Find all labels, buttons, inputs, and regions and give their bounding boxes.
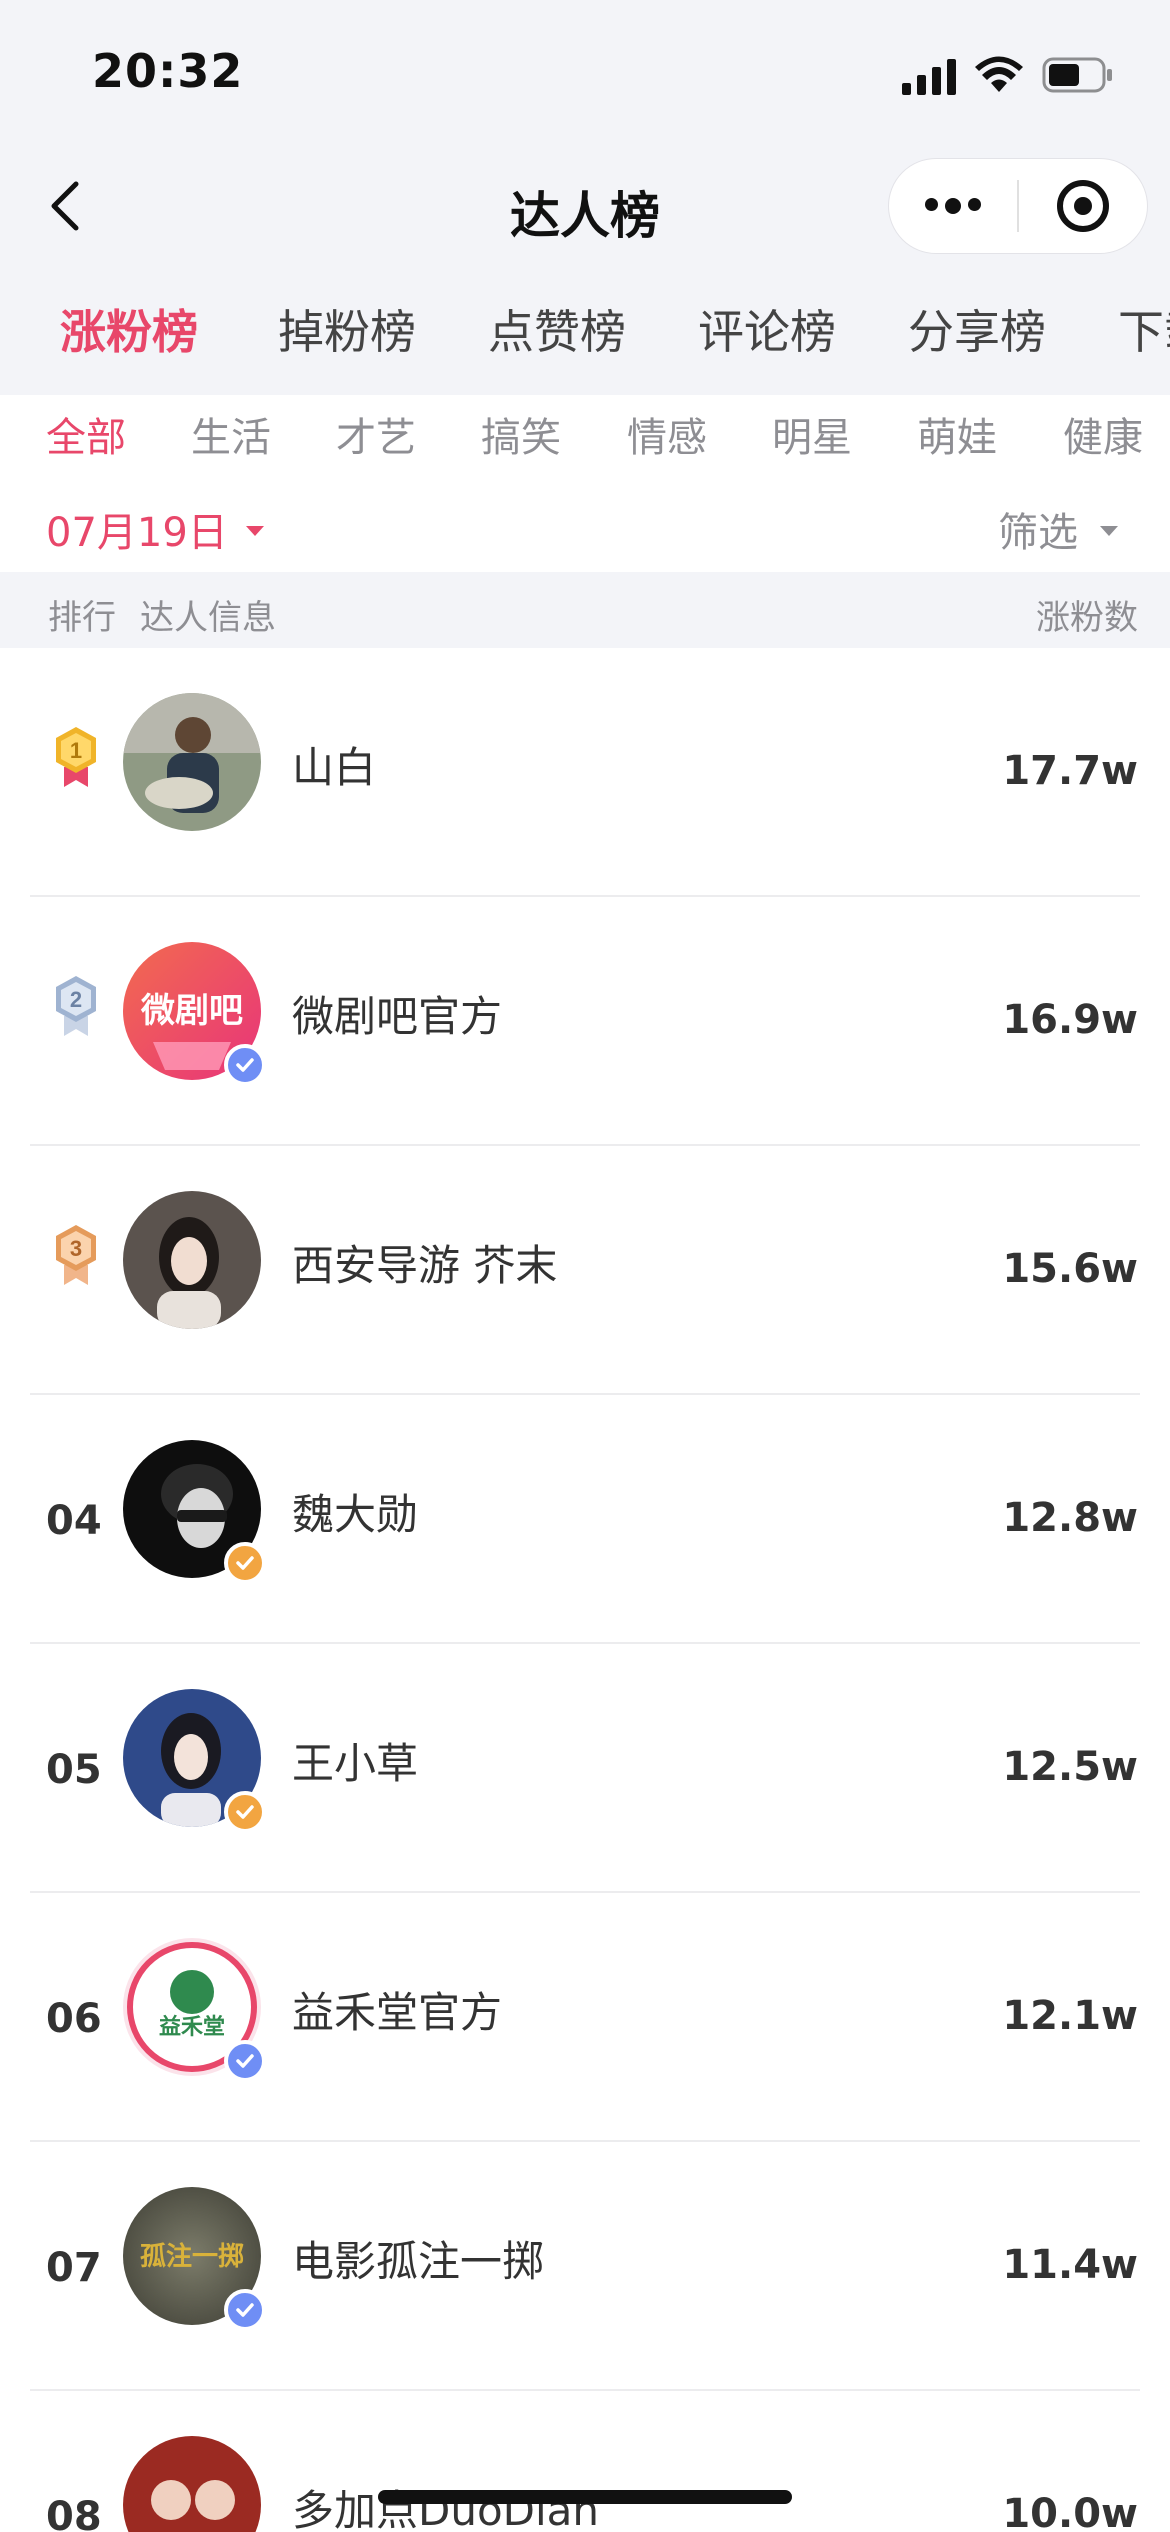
- svg-text:益禾堂: 益禾堂: [159, 2014, 225, 2040]
- tab-likes[interactable]: 点赞榜: [488, 296, 626, 362]
- rank-number: 04: [46, 1498, 102, 1544]
- avatar[interactable]: [123, 693, 261, 831]
- category-talent[interactable]: 才艺: [336, 405, 416, 463]
- fans-gain-value: 12.5w: [1002, 1744, 1138, 1790]
- fans-gain-value: 15.6w: [1002, 1246, 1138, 1292]
- list-item[interactable]: 08 多加点DuoDian 10.0w: [0, 2391, 1170, 2532]
- header-fans: 涨粉数: [1036, 598, 1138, 638]
- influencer-name: 山白: [292, 743, 377, 792]
- date-select[interactable]: 07月19日: [46, 500, 264, 558]
- status-time: 20:32: [92, 44, 244, 98]
- ranking-tabs: 涨粉榜 掉粉榜 点赞榜 评论榜 分享榜 下载榜: [0, 296, 1170, 376]
- list-item[interactable]: 05 王小草 12.5w: [0, 1644, 1170, 1893]
- header-info: 达人信息: [140, 598, 276, 638]
- tab-downloads[interactable]: 下载榜: [1118, 296, 1170, 362]
- list-item[interactable]: 3 西安导游 芥末 15.6w: [0, 1146, 1170, 1395]
- fans-gain-value: 17.7w: [1002, 748, 1138, 794]
- rank-number: 06: [46, 1996, 102, 2042]
- fans-gain-value: 12.1w: [1002, 1993, 1138, 2039]
- verified-badge-icon: [224, 2040, 266, 2082]
- cellular-signal-icon: [902, 55, 956, 95]
- influencer-name: 魏大勋: [292, 1490, 419, 1539]
- target-circle-icon: [1056, 180, 1109, 232]
- list-header: 排行 达人信息 涨粉数: [0, 572, 1170, 648]
- category-emotion[interactable]: 情感: [627, 405, 707, 463]
- filter-button[interactable]: 筛选: [998, 500, 1118, 558]
- category-all[interactable]: 全部: [46, 405, 126, 463]
- battery-icon: [1042, 56, 1114, 94]
- home-indicator: [378, 2490, 792, 2504]
- list-item[interactable]: 2 微剧吧 微剧吧官方 16.9w: [0, 897, 1170, 1146]
- header-rank: 排行: [48, 598, 116, 638]
- filter-label: 筛选: [998, 510, 1078, 556]
- avatar[interactable]: [123, 2436, 261, 2532]
- verified-badge-icon: [224, 1044, 266, 1086]
- svg-text:2: 2: [70, 987, 82, 1012]
- more-dots-icon: [925, 198, 981, 214]
- influencer-name: 多加点DuoDian: [292, 2486, 600, 2532]
- tab-comments[interactable]: 评论榜: [698, 296, 836, 362]
- tab-fans-loss[interactable]: 掉粉榜: [278, 296, 416, 362]
- influencer-name: 西安导游 芥末: [292, 1241, 558, 1290]
- more-button[interactable]: [889, 159, 1017, 253]
- caret-down-icon: [245, 526, 264, 536]
- fans-gain-value: 11.4w: [1002, 2242, 1138, 2288]
- influencer-name: 王小草: [292, 1739, 419, 1788]
- tab-shares[interactable]: 分享榜: [908, 296, 1046, 362]
- gold-medal-icon: 1: [56, 727, 96, 787]
- silver-medal-icon: 2: [56, 976, 96, 1036]
- category-health[interactable]: 健康: [1063, 405, 1143, 463]
- category-celebrity[interactable]: 明星: [772, 405, 852, 463]
- caret-down-icon: [1100, 526, 1118, 536]
- mini-program-capsule: [888, 158, 1148, 254]
- svg-text:微剧吧: 微剧吧: [140, 991, 243, 1031]
- rank-number: 07: [46, 2245, 102, 2291]
- fans-gain-value: 16.9w: [1002, 997, 1138, 1043]
- svg-text:1: 1: [70, 738, 82, 763]
- list-item[interactable]: 04 魏大勋 12.8w: [0, 1395, 1170, 1644]
- list-item[interactable]: 1 山白 17.7w: [0, 648, 1170, 897]
- bronze-medal-icon: 3: [56, 1225, 96, 1285]
- list-item[interactable]: 06 益禾堂 益禾堂官方 12.1w: [0, 1893, 1170, 2142]
- rank-number: 08: [46, 2494, 102, 2532]
- svg-text:孤注一掷: 孤注一掷: [140, 2241, 244, 2272]
- rank-number: 05: [46, 1747, 102, 1793]
- category-kids[interactable]: 萌娃: [917, 405, 997, 463]
- category-funny[interactable]: 搞笑: [481, 405, 561, 463]
- date-value: 07月19日: [46, 510, 228, 556]
- category-tabs: 全部 生活 才艺 搞笑 情感 明星 萌娃 健康: [0, 405, 1170, 465]
- verified-badge-icon: [224, 1542, 266, 1584]
- influencer-name: 电影孤注一掷: [292, 2237, 545, 2286]
- tab-fans-gain[interactable]: 涨粉榜: [60, 296, 198, 362]
- fans-gain-value: 10.0w: [1002, 2491, 1138, 2532]
- influencer-name: 益禾堂官方: [292, 1988, 503, 2037]
- status-icons: [902, 52, 1114, 98]
- verified-badge-icon: [224, 1791, 266, 1833]
- list-item[interactable]: 07 孤注一掷 电影孤注一掷 11.4w: [0, 2142, 1170, 2391]
- close-mini-program-button[interactable]: [1019, 159, 1147, 253]
- influencer-name: 微剧吧官方: [292, 992, 503, 1041]
- avatar[interactable]: [123, 1191, 261, 1329]
- category-life[interactable]: 生活: [191, 405, 271, 463]
- wifi-icon: [974, 56, 1024, 94]
- fans-gain-value: 12.8w: [1002, 1495, 1138, 1541]
- svg-text:3: 3: [70, 1236, 82, 1261]
- verified-badge-icon: [224, 2289, 266, 2331]
